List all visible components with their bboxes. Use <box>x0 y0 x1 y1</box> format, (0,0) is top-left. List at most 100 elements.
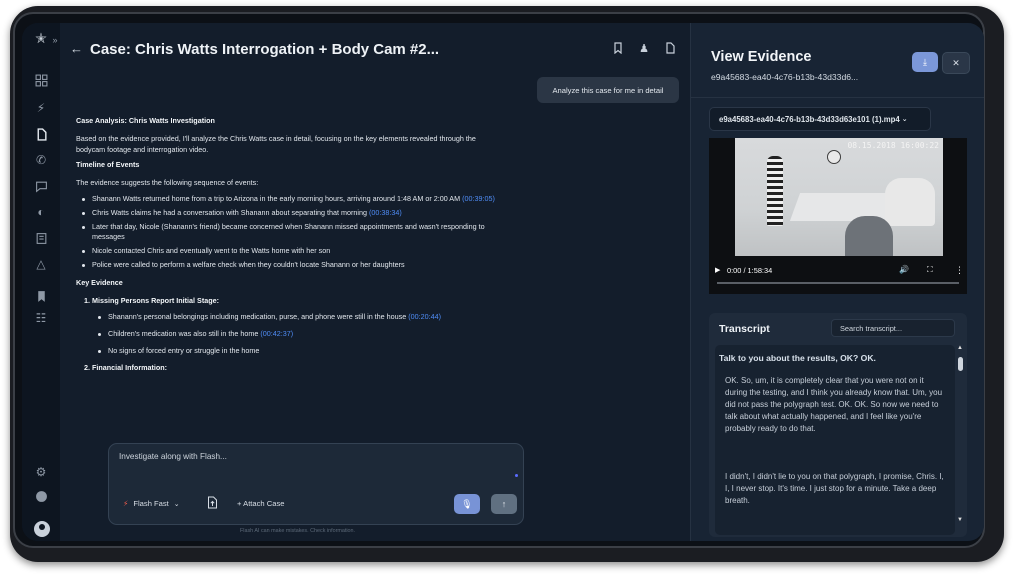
microphone-button[interactable]: 🎙 <box>454 494 480 514</box>
person-shape <box>767 156 783 226</box>
timestamp-link[interactable]: (00:42:37) <box>260 329 293 338</box>
download-button[interactable]: ⤓ <box>912 52 938 72</box>
panel-title: View Evidence <box>711 49 812 65</box>
evidence-id: e9a45683-ea40-4c76-b13b-43d33d6... <box>711 72 859 82</box>
timestamp-link[interactable]: (00:38:34) <box>369 208 402 217</box>
list-item: Shanann Watts returned home from a trip … <box>76 194 666 205</box>
item-text: Chris Watts claims he had a conversation… <box>92 207 370 217</box>
key-evidence-heading: Key Evidence <box>76 277 123 287</box>
help-icon[interactable] <box>32 487 50 505</box>
intro-line: bodycam footage and interrogation video. <box>76 144 209 154</box>
attach-case-button[interactable]: + Attach Case <box>237 499 285 508</box>
item-text: Police were called to perform a welfare … <box>92 259 405 269</box>
timestamp-link[interactable]: (00:39:05) <box>462 194 495 203</box>
microphone-icon: 🎙 <box>461 498 473 509</box>
item-text: Shanann Watts returned home from a trip … <box>92 193 463 203</box>
chevron-down-icon: ⌄ <box>173 500 180 508</box>
analysis-heading: Case Analysis: Chris Watts Investigation <box>76 116 215 125</box>
scroll-up-icon[interactable]: ▲ <box>957 345 963 351</box>
evidence-list: Shanann's personal belongings including … <box>76 312 666 356</box>
settings-icon[interactable]: ⚙ <box>32 463 50 481</box>
item-text: Later that day, Nicole (Shanann's friend… <box>92 221 485 231</box>
list-item: Children's medication was also still in … <box>76 329 666 340</box>
disclaimer: Flash AI can make mistakes. Check inform… <box>240 528 356 534</box>
chat-area: ← Case: Chris Watts Interrogation + Body… <box>60 23 702 541</box>
item-text: No signs of forced entry or struggle in … <box>108 345 260 355</box>
chat-icon[interactable] <box>32 177 50 195</box>
timeline-heading: Timeline of Events <box>76 160 140 170</box>
item-text: Shanann's personal belongings including … <box>108 312 409 322</box>
video-progress-bar[interactable] <box>717 282 959 284</box>
wall-clock <box>827 150 841 164</box>
bell-icon[interactable]: △ <box>32 255 50 273</box>
back-arrow-icon[interactable]: ← <box>70 41 83 56</box>
video-player[interactable]: 08.15.2018 16:00:22 ▶ 0:00 / 1:58:34 🔊 ⛶… <box>709 138 967 294</box>
avatar-icon[interactable] <box>34 521 50 537</box>
people-icon[interactable]: ☷ <box>32 309 50 327</box>
fullscreen-icon[interactable]: ⛶ <box>927 265 933 275</box>
header-actions: ♟ ··· <box>612 41 702 55</box>
user-message: Analyze this case for me in detail <box>537 77 679 103</box>
bolt-icon[interactable]: ⚡ <box>32 99 50 117</box>
document-icon[interactable] <box>664 41 676 55</box>
assistant-message: Case Analysis: Chris Watts Investigation… <box>76 116 666 374</box>
video-frame: 08.15.2018 16:00:22 <box>735 138 943 256</box>
video-timestamp: 08.15.2018 16:00:22 <box>847 141 939 150</box>
timeline-list: Shanann Watts returned home from a trip … <box>76 194 666 271</box>
document-icon[interactable] <box>32 125 50 143</box>
person-shape <box>845 216 893 256</box>
section-heading: 1. Missing Persons Report Initial Stage: <box>84 295 219 305</box>
flash-icon: ⚡ <box>123 499 129 508</box>
list-item: No signs of forced entry or struggle in … <box>76 346 666 357</box>
building-icon[interactable] <box>32 229 50 247</box>
phone-icon[interactable]: ✆ <box>32 151 50 169</box>
person-shape <box>885 178 935 226</box>
model-selector[interactable]: ⚡ Flash Fast ⌄ <box>123 499 180 508</box>
list-item: Police were called to perform a welfare … <box>76 260 666 271</box>
scrollbar[interactable]: ▲ ▼ <box>957 345 965 525</box>
chart-icon[interactable]: ◐ <box>32 203 50 221</box>
timeline-intro: The evidence suggests the following sequ… <box>76 178 259 188</box>
file-name: e9a45683-ea40-4c76-b13b-43d33d63e101 (1)… <box>719 114 900 124</box>
transcript-segment[interactable]: OK. So, um, it is completely clear that … <box>725 375 947 435</box>
status-dot <box>515 474 518 477</box>
divider <box>691 97 984 98</box>
file-selector[interactable]: e9a45683-ea40-4c76-b13b-43d33d63e101 (1)… <box>709 107 931 131</box>
evidence-panel: View Evidence e9a45683-ea40-4c76-b13b-43… <box>690 23 984 541</box>
upload-button[interactable] <box>207 496 218 509</box>
close-icon: ✕ <box>952 57 960 68</box>
page-title: Case: Chris Watts Interrogation + Body C… <box>90 41 440 58</box>
transcript-section: Transcript Search transcript... Talk to … <box>709 313 967 537</box>
play-icon[interactable]: ▶ <box>715 266 720 274</box>
chevron-down-icon: ⌄ <box>901 116 908 123</box>
transcript-title: Transcript <box>719 323 770 335</box>
model-label: Flash Fast <box>133 499 169 508</box>
transcript-segment[interactable]: I didn't, I didn't lie to you on that po… <box>725 471 947 507</box>
timestamp-link[interactable]: (00:20:44) <box>408 312 441 321</box>
list-item-continuation: messages <box>92 232 125 242</box>
transcript-search-input[interactable]: Search transcript... <box>831 319 955 337</box>
list-item: Nicole contacted Chris and eventually we… <box>76 246 666 257</box>
scroll-down-icon[interactable]: ▼ <box>957 517 963 523</box>
scroll-thumb[interactable] <box>958 357 963 371</box>
item-text: Children's medication was also still in … <box>108 329 261 339</box>
volume-icon[interactable]: 🔊 <box>899 265 909 274</box>
list-item: Shanann's personal belongings including … <box>76 312 666 323</box>
bookmark-icon[interactable] <box>32 287 50 305</box>
close-button[interactable]: ✕ <box>942 52 970 74</box>
users-icon[interactable]: ♟ <box>638 41 650 55</box>
send-button[interactable]: ↑ <box>491 494 517 514</box>
bookmark-icon[interactable] <box>612 41 624 55</box>
upload-file-icon <box>208 496 217 509</box>
video-time: 0:00 / 1:58:34 <box>727 266 773 275</box>
transcript-segment-heading[interactable]: Talk to you about the results, OK? OK. <box>719 353 876 363</box>
grid-icon[interactable] <box>32 71 50 89</box>
message-composer: Investigate along with Flash... ⚡ Flash … <box>108 443 524 525</box>
message-input[interactable]: Investigate along with Flash... <box>119 452 227 461</box>
list-item: Later that day, Nicole (Shanann's friend… <box>76 222 666 233</box>
download-icon: ⤓ <box>923 56 927 67</box>
nav-rail: ✭ » ⚡ ✆ ◐ △ ☷ ⚙ <box>22 23 60 541</box>
item-text: Nicole contacted Chris and eventually we… <box>92 246 331 256</box>
arrow-up-icon: ↑ <box>501 499 507 509</box>
more-vertical-icon[interactable]: ⋮ <box>955 265 964 276</box>
